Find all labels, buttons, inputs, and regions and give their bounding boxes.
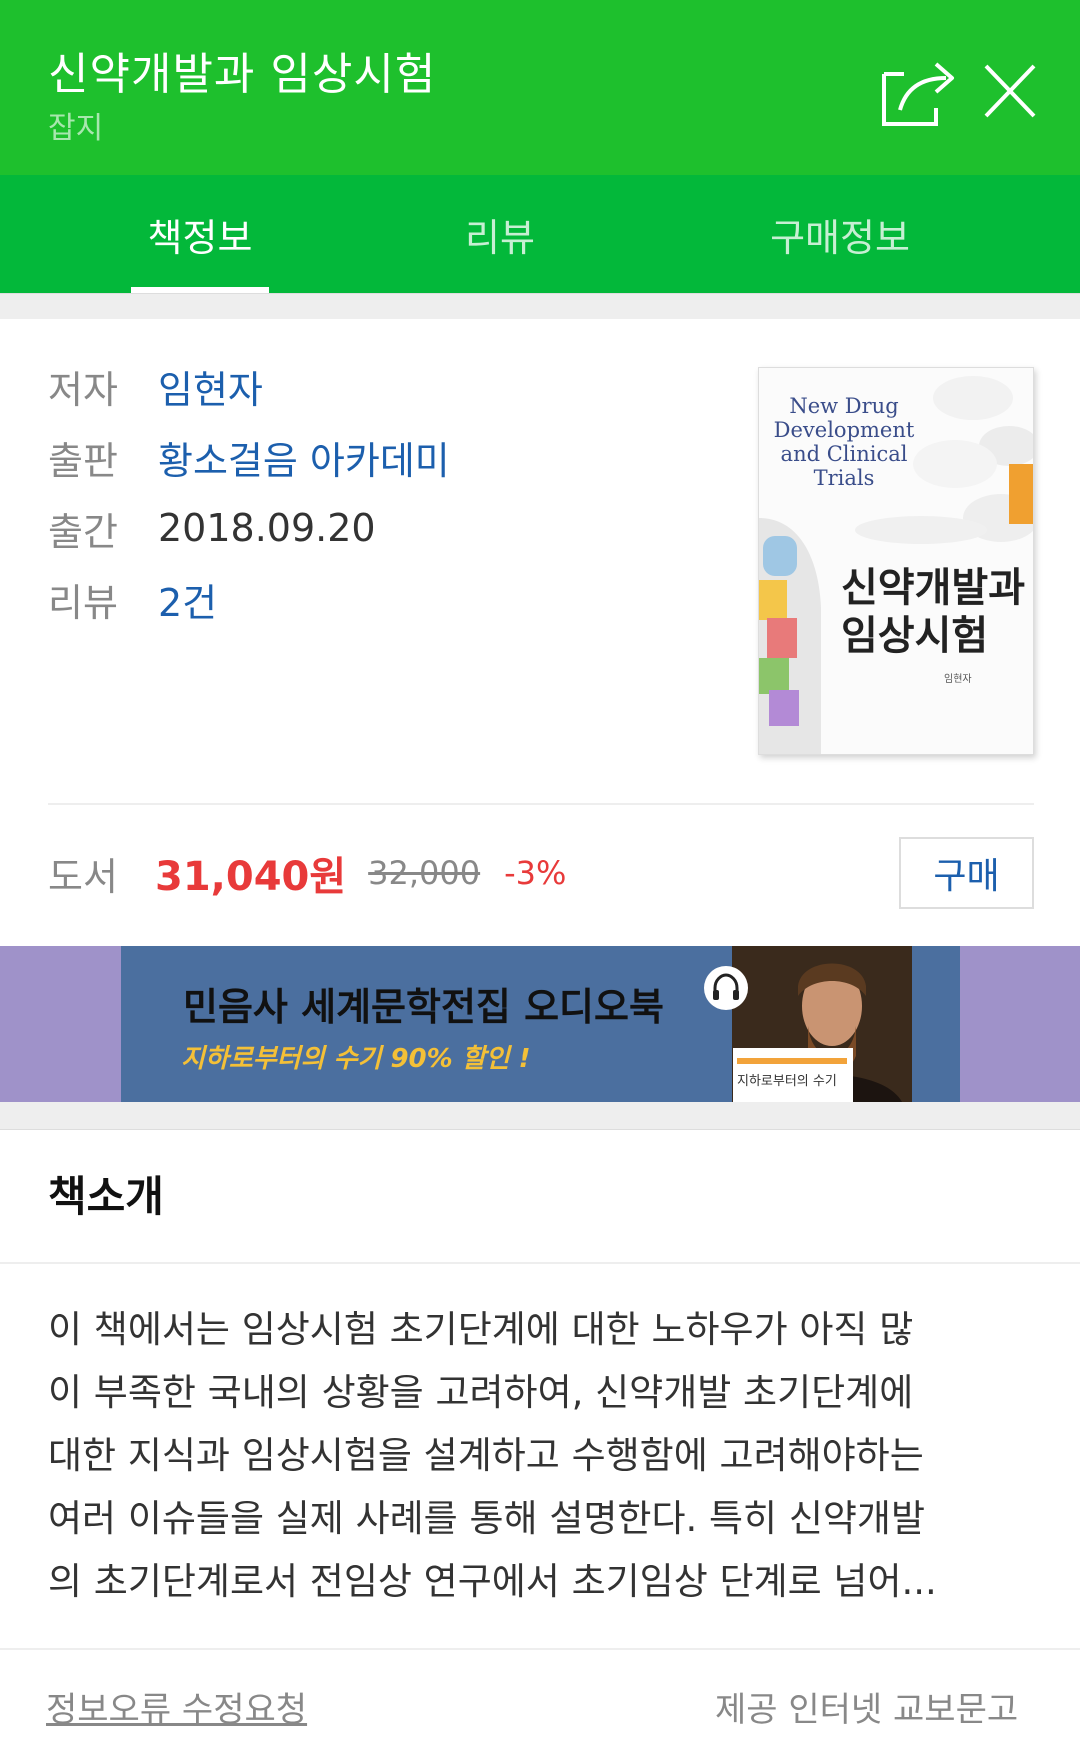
divider xyxy=(0,1262,1080,1264)
page-subtitle: 잡지 xyxy=(48,111,104,146)
publisher-link[interactable]: 황소걸음 아카데미 xyxy=(158,430,450,485)
share-button[interactable] xyxy=(870,52,970,132)
banner-subtitle: 지하로부터의 수기 90% 할인 ! xyxy=(181,1044,531,1074)
page-title: 신약개발과 임상시험 xyxy=(48,49,437,100)
banner-title: 민음사 세계문학전집 오디오북 xyxy=(183,985,664,1029)
ad-banner[interactable]: 민음사 세계문학전집 오디오북 지하로부터의 수기 90% 할인 ! 지하로부터… xyxy=(121,946,960,1102)
divider xyxy=(48,803,1034,805)
publisher-label: 출판 xyxy=(48,438,118,483)
book-stripe xyxy=(737,1058,847,1064)
tab-purchase-info[interactable]: 구매정보 xyxy=(700,175,980,293)
author-row: 저자 임현자 xyxy=(48,356,263,416)
intro-title: 책소개 xyxy=(48,1172,164,1221)
discount-rate: -3% xyxy=(504,854,567,892)
tab-book-info[interactable]: 책정보 xyxy=(60,175,340,293)
section-gap xyxy=(0,1102,1080,1130)
cover-en-line: Development xyxy=(773,418,915,442)
intro-line: 의 초기단계로서 전임상 연구에서 초기임상 단계로 넘어... xyxy=(48,1560,937,1603)
date-row: 출간 2018.09.20 xyxy=(48,498,376,558)
review-row: 리뷰 2건 xyxy=(48,569,217,629)
divider xyxy=(0,1648,1080,1650)
price-label: 도서 xyxy=(48,854,118,899)
sale-price: 31,040원 xyxy=(155,854,347,900)
publisher-row: 출판 황소걸음 아카데미 xyxy=(48,427,450,487)
review-count-link[interactable]: 2건 xyxy=(158,572,217,627)
cover-en-line: Trials xyxy=(813,466,875,490)
price-row: 도서 31,040원 32,000 -3% xyxy=(48,843,566,903)
share-icon xyxy=(882,62,954,126)
cover-ko-line: 신약개발과 xyxy=(841,565,1025,611)
tab-bar: 책정보 리뷰 구매정보 xyxy=(0,175,1080,293)
publish-date: 2018.09.20 xyxy=(158,506,376,550)
cover-korean-title: 신약개발과 임상시험 xyxy=(841,564,1025,660)
intro-line: 여러 이슈들을 실제 사례를 통해 설명한다. 특히 신약개발 xyxy=(48,1497,926,1540)
banner-book-thumbnail: 지하로부터의 수기 xyxy=(733,1048,853,1102)
provider-text: 제공 인터넷 교보문고 xyxy=(715,1690,1019,1730)
app-header: 신약개발과 임상시험 잡지 xyxy=(0,0,1080,175)
cover-en-line: and Clinical xyxy=(780,442,908,466)
tab-reviews[interactable]: 리뷰 xyxy=(360,175,640,293)
cover-ko-line: 임상시험 xyxy=(841,613,989,659)
book-cover[interactable]: New Drug Development and Clinical Trials… xyxy=(758,367,1034,755)
close-button[interactable] xyxy=(980,58,1040,124)
cover-author: 임현자 xyxy=(944,674,972,685)
report-error-link[interactable]: 정보오류 수정요청 xyxy=(46,1682,307,1731)
intro-line: 대한 지식과 임상시험을 설계하고 수행함에 고려해야하는 xyxy=(48,1434,924,1477)
banner-book-caption: 지하로부터의 수기 xyxy=(737,1074,837,1089)
headphone-icon xyxy=(704,966,748,1010)
intro-line: 이 책에서는 임상시험 초기단계에 대한 노하우가 아직 많 xyxy=(48,1308,914,1351)
intro-line: 이 부족한 국내의 상황을 고려하여, 신약개발 초기단계에 xyxy=(48,1371,914,1414)
intro-text[interactable]: 이 책에서는 임상시험 초기단계에 대한 노하우가 아직 많 이 부족한 국내의… xyxy=(48,1298,1038,1613)
buy-button[interactable]: 구매 xyxy=(899,837,1034,909)
author-label: 저자 xyxy=(48,367,118,412)
author-link[interactable]: 임현자 xyxy=(158,359,263,414)
cover-en-line: New Drug xyxy=(789,394,899,418)
section-gap xyxy=(0,293,1080,319)
close-icon xyxy=(984,64,1036,118)
review-label: 리뷰 xyxy=(48,580,118,625)
date-label: 출간 xyxy=(48,509,118,554)
cover-english-title: New Drug Development and Clinical Trials xyxy=(769,394,919,490)
original-price: 32,000 xyxy=(368,854,481,892)
